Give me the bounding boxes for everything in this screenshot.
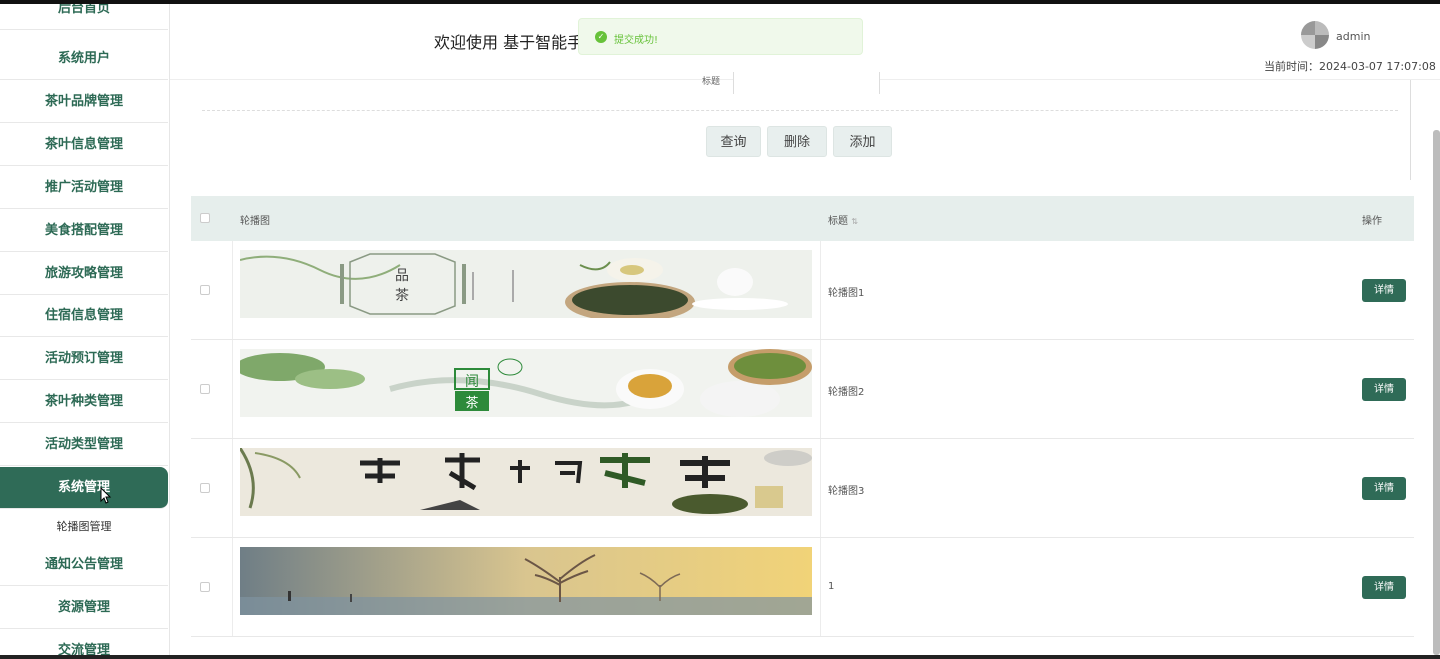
column-divider: [232, 439, 233, 537]
carousel-image: [240, 448, 812, 516]
row-title: 轮播图2: [828, 387, 865, 398]
sidebar-item-resources[interactable]: 资源管理: [0, 587, 168, 629]
toast-message: 提交成功!: [614, 35, 659, 46]
sidebar-item-lodging[interactable]: 住宿信息管理: [0, 295, 168, 337]
sidebar-item-home[interactable]: 后台首页: [0, 0, 168, 30]
divider: [1410, 80, 1411, 180]
sidebar: 后台首页 系统用户 茶叶品牌管理 茶叶信息管理 推广活动管理 美食搭配管理 旅游…: [0, 0, 170, 659]
query-button[interactable]: 查询: [706, 126, 761, 157]
carousel-image: [240, 547, 812, 615]
sidebar-item-tea-category[interactable]: 茶叶种类管理: [0, 381, 168, 423]
detail-button[interactable]: 详情: [1362, 378, 1406, 401]
row-checkbox[interactable]: [200, 582, 210, 592]
detail-button[interactable]: 详情: [1362, 576, 1406, 599]
column-divider: [232, 538, 233, 636]
row-checkbox[interactable]: [200, 384, 210, 394]
row-checkbox[interactable]: [200, 483, 210, 493]
bottom-border: [0, 655, 1440, 659]
search-title-input[interactable]: [733, 72, 880, 94]
sidebar-item-activity-type[interactable]: 活动类型管理: [0, 424, 168, 466]
column-divider: [820, 241, 821, 339]
table-row: 闻 茶 轮播图2 详情: [191, 340, 1414, 439]
column-header-title-label: 标题: [828, 216, 848, 227]
sidebar-item-tea-brand[interactable]: 茶叶品牌管理: [0, 81, 168, 123]
sort-icon[interactable]: ⇅: [851, 217, 858, 226]
welcome-title: 欢迎使用 基于智能手: [434, 33, 584, 52]
carousel-image: 闻 茶: [240, 349, 812, 417]
column-divider: [820, 340, 821, 438]
carousel-image: 品 茶: [240, 250, 812, 318]
column-header-image: 轮播图: [240, 216, 270, 227]
select-all-checkbox[interactable]: [200, 213, 210, 223]
top-border: [0, 0, 1440, 4]
svg-text:闻: 闻: [465, 374, 479, 390]
avatar[interactable]: [1301, 21, 1329, 49]
column-header-title[interactable]: 标题 ⇅: [828, 212, 858, 227]
sidebar-item-promotion[interactable]: 推广活动管理: [0, 167, 168, 209]
column-divider: [820, 538, 821, 636]
column-divider: [232, 340, 233, 438]
current-time: 当前时间：2024-03-07 17:07:08: [1264, 60, 1436, 73]
detail-button[interactable]: 详情: [1362, 477, 1406, 500]
column-divider: [232, 241, 233, 339]
sidebar-item-travel-guide[interactable]: 旅游攻略管理: [0, 253, 168, 295]
success-toast: ✓ 提交成功!: [578, 18, 863, 55]
column-header-action: 操作: [1362, 216, 1382, 227]
table-row: 品 茶 轮播图1 详情: [191, 241, 1414, 340]
row-checkbox[interactable]: [200, 285, 210, 295]
sidebar-item-system-management[interactable]: 系统管理: [0, 467, 168, 509]
table-header: 轮播图 标题 ⇅ 操作: [191, 196, 1414, 241]
sidebar-item-food-pairing[interactable]: 美食搭配管理: [0, 210, 168, 252]
username[interactable]: admin: [1336, 30, 1370, 43]
mouse-pointer-icon: [100, 487, 112, 504]
svg-text:茶: 茶: [395, 288, 409, 304]
add-button[interactable]: 添加: [833, 126, 892, 157]
scrollbar[interactable]: [1433, 130, 1440, 655]
row-title: 轮播图3: [828, 486, 865, 497]
row-title: 1: [828, 581, 835, 592]
sidebar-subitem-carousel[interactable]: 轮播图管理: [0, 509, 168, 545]
divider: [202, 110, 1398, 111]
svg-text:品: 品: [395, 268, 409, 284]
table-row: 轮播图3 详情: [191, 439, 1414, 538]
sidebar-item-system-users[interactable]: 系统用户: [0, 38, 168, 80]
sidebar-item-notice[interactable]: 通知公告管理: [0, 544, 168, 586]
table-row: 1 详情: [191, 538, 1414, 637]
column-divider: [820, 439, 821, 537]
sidebar-item-activity-booking[interactable]: 活动预订管理: [0, 338, 168, 380]
row-title: 轮播图1: [828, 288, 865, 299]
detail-button[interactable]: 详情: [1362, 279, 1406, 302]
delete-button[interactable]: 删除: [767, 126, 827, 157]
svg-text:茶: 茶: [465, 395, 478, 411]
success-check-icon: ✓: [595, 31, 607, 43]
search-title-label: 标题: [702, 77, 721, 87]
sidebar-item-tea-info[interactable]: 茶叶信息管理: [0, 124, 168, 166]
